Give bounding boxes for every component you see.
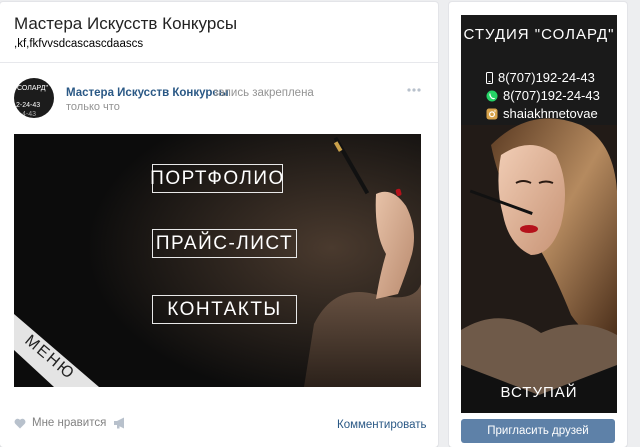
megaphone-icon[interactable] — [113, 417, 127, 429]
instagram-icon — [486, 108, 498, 119]
avatar-text-bottom: 4-43 — [22, 111, 37, 118]
post-author-link[interactable]: Мастера Искусств Конкурсы — [66, 87, 229, 99]
phone-contact: 8(707)192-24-43 — [486, 70, 595, 85]
sidebar-card: СТУДИЯ "СОЛАРД" 8(707)192-24-43 8(707)19… — [449, 2, 627, 447]
whatsapp-icon — [486, 90, 498, 101]
comment-button[interactable]: Комментировать — [337, 419, 427, 431]
heart-icon — [14, 418, 26, 428]
contacts-button[interactable]: КОНТАКТЫ — [152, 295, 297, 324]
invite-friends-button[interactable]: Пригласить друзей — [461, 419, 615, 443]
whatsapp-number: 8(707)192-24-43 — [503, 88, 600, 103]
page-status: ,kf,fkfvvsdcascascdaascs — [14, 38, 144, 50]
instagram-contact: shaiakhmetovae — [486, 106, 598, 121]
page-title: Мастера Искусств Конкурсы — [14, 14, 238, 33]
post-action-text: запись закреплена — [213, 87, 314, 99]
avatar-text-middle: 2-24-43 — [16, 102, 41, 109]
avatar[interactable]: СОЛАРД" 2-24-43 4-43 — [14, 78, 54, 118]
price-list-button[interactable]: ПРАЙС-ЛИСТ — [152, 229, 297, 258]
whatsapp-contact: 8(707)192-24-43 — [486, 88, 600, 103]
phone-icon — [486, 71, 493, 84]
avatar-text-top: СОЛАРД" — [17, 85, 48, 92]
wall-card: Мастера Искусств Конкурсы ,kf,fkfvvsdcas… — [0, 2, 438, 447]
like-label: Мне нравится — [32, 417, 107, 429]
more-options-icon[interactable] — [406, 85, 422, 95]
join-label[interactable]: ВСТУПАЙ — [461, 384, 617, 401]
studio-title: СТУДИЯ "СОЛАРД" — [463, 26, 615, 43]
studio-banner[interactable]: СТУДИЯ "СОЛАРД" 8(707)192-24-43 8(707)19… — [461, 15, 617, 413]
post-time[interactable]: только что — [66, 101, 120, 113]
portfolio-button[interactable]: ПОРТФОЛИО — [150, 164, 283, 193]
divider — [0, 62, 438, 63]
like-button[interactable]: Мне нравится — [14, 417, 106, 429]
phone-number: 8(707)192-24-43 — [498, 70, 595, 85]
instagram-handle: shaiakhmetovae — [503, 106, 598, 121]
menu-banner: МЕНЮ ПОРТФОЛИО ПРАЙС-ЛИСТ КОНТАКТЫ — [14, 134, 421, 387]
